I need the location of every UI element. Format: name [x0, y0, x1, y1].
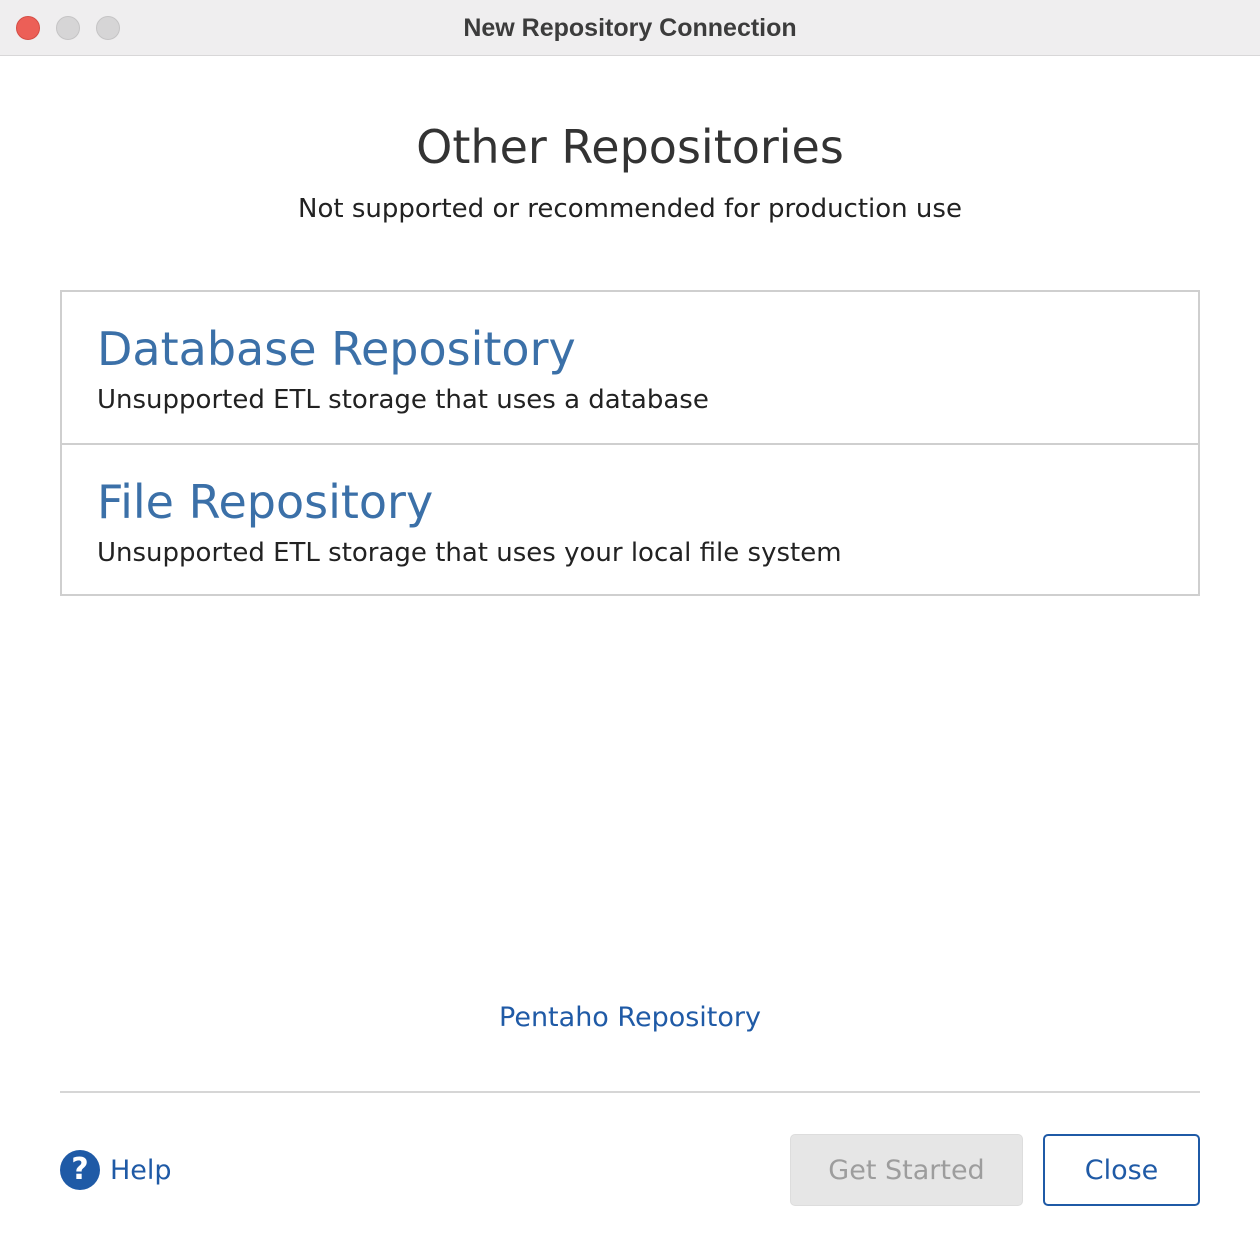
option-title: Database Repository — [97, 322, 576, 376]
repository-option-list: Database Repository Unsupported ETL stor… — [60, 290, 1200, 596]
option-file-repository[interactable]: File Repository Unsupported ETL storage … — [62, 443, 1198, 594]
option-description: Unsupported ETL storage that uses a data… — [97, 385, 709, 415]
get-started-button[interactable]: Get Started — [790, 1134, 1023, 1206]
window-title: New Repository Connection — [463, 14, 797, 42]
question-circle-icon: ? — [60, 1150, 100, 1190]
page-subtitle: Not supported or recommended for product… — [298, 194, 962, 224]
option-description: Unsupported ETL storage that uses your l… — [97, 538, 842, 568]
pentaho-repository-link[interactable]: Pentaho Repository — [0, 1002, 1260, 1033]
title-bar: New Repository Connection — [0, 0, 1260, 56]
option-database-repository[interactable]: Database Repository Unsupported ETL stor… — [62, 292, 1198, 443]
footer-divider — [60, 1091, 1200, 1093]
help-label: Help — [110, 1154, 172, 1186]
close-button[interactable]: Close — [1043, 1134, 1200, 1206]
page-title: Other Repositories — [416, 120, 844, 174]
help-button[interactable]: ? Help — [60, 1148, 172, 1192]
option-title: File Repository — [97, 475, 434, 529]
